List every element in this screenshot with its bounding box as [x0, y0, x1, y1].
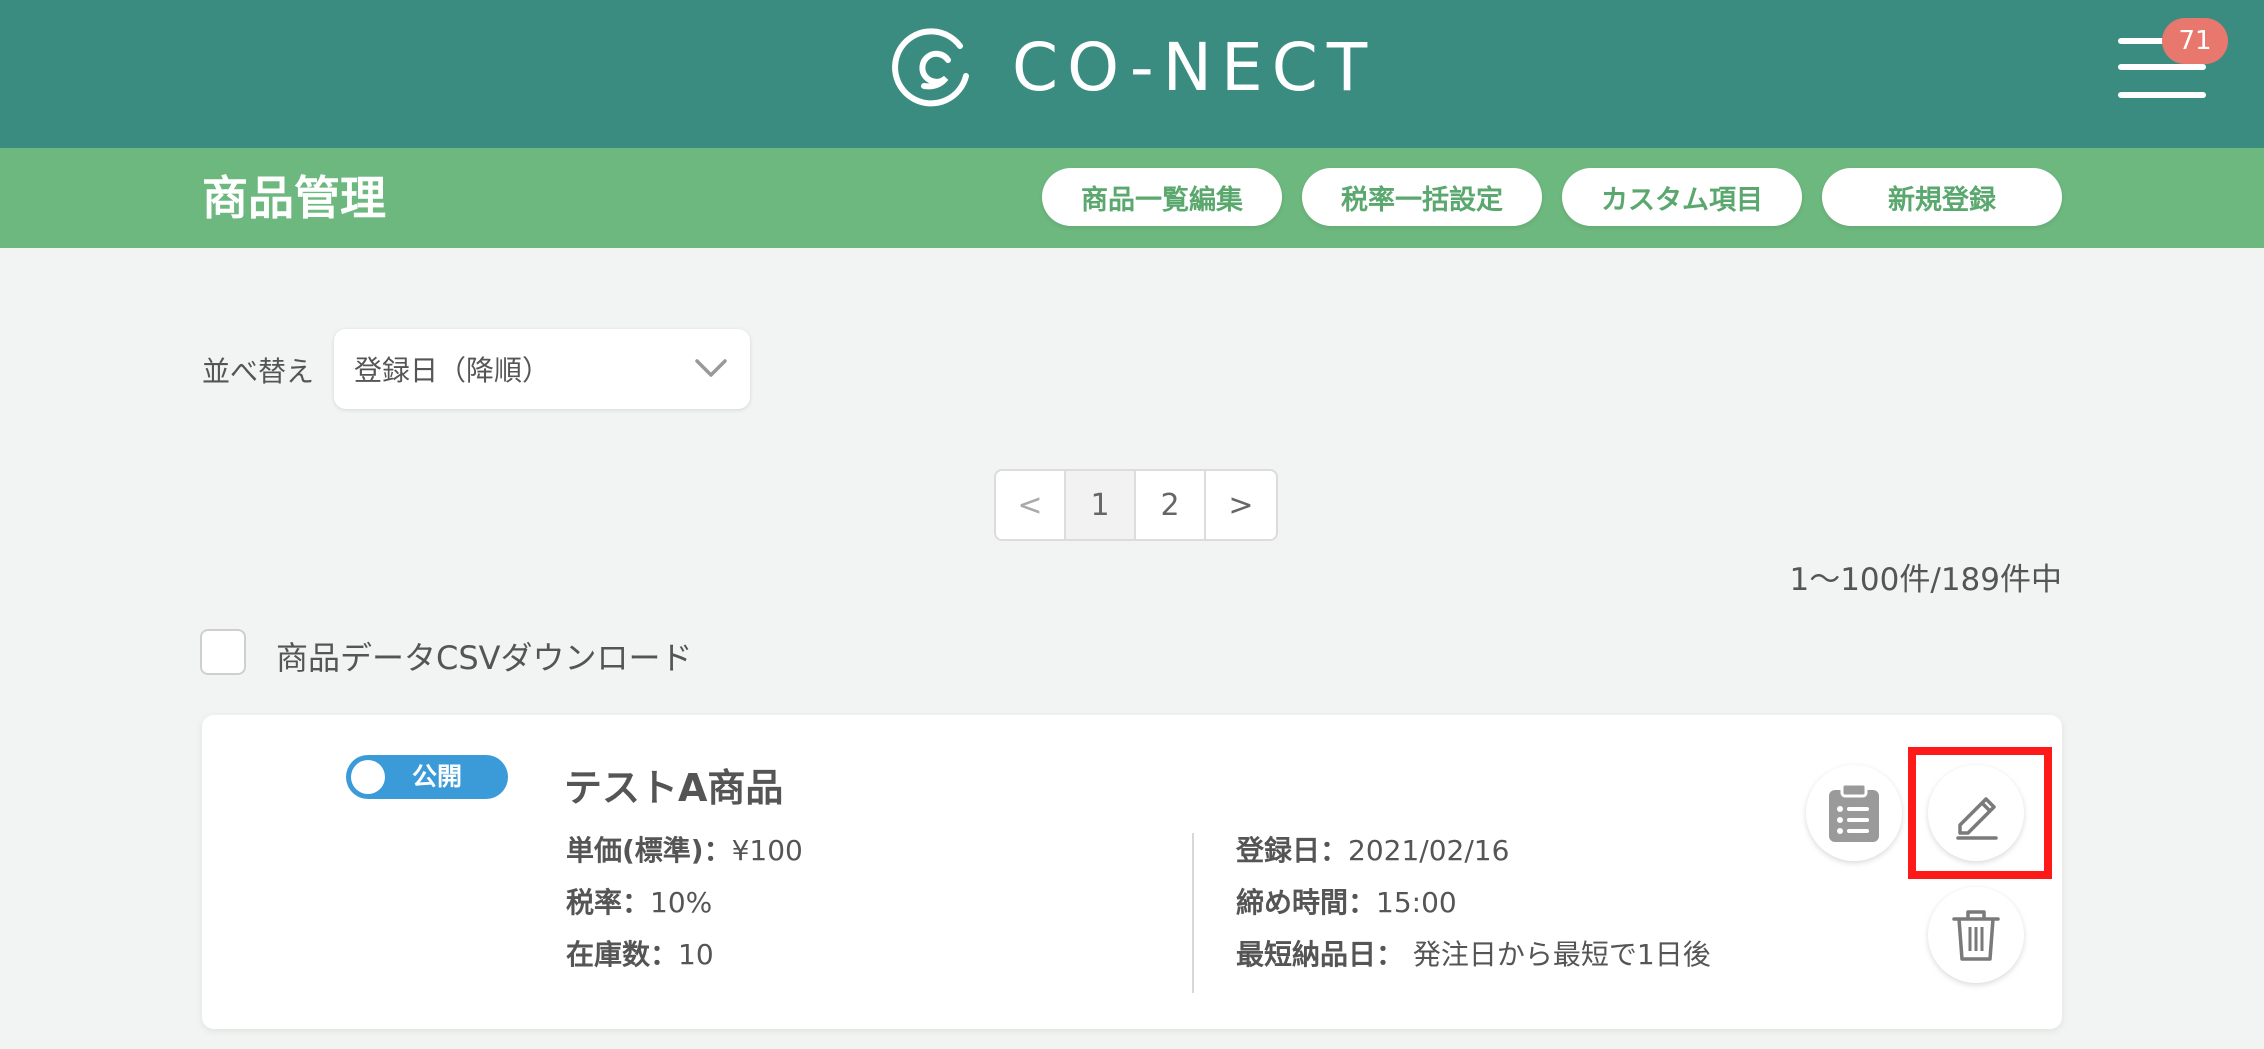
pagination-page-2[interactable]: 2	[1136, 471, 1206, 539]
result-count: 1〜100件/189件中	[1789, 562, 2062, 598]
product-name[interactable]: テストA商品	[564, 757, 783, 812]
top-header: CO-NECT 71	[0, 0, 2264, 148]
sort-select[interactable]: 登録日（降順）	[334, 329, 750, 409]
clipboard-icon	[1829, 782, 1879, 842]
sub-header: 商品管理 商品一覧編集 税率一括設定 カスタム項目 新規登録	[0, 148, 2264, 248]
brand-logo[interactable]: CO-NECT	[890, 24, 1376, 110]
toggle-knob	[351, 760, 385, 794]
pagination-prev[interactable]: <	[996, 471, 1066, 539]
registered-date-value: 2021/02/16	[1348, 834, 1510, 867]
page-title: 商品管理	[202, 171, 386, 225]
tax-rate-row: 税率：10%	[566, 883, 712, 923]
notification-badge[interactable]: 71	[2162, 18, 2228, 64]
price-label: 単価(標準)：	[566, 834, 732, 867]
stock-label: 在庫数：	[566, 938, 679, 971]
delete-button[interactable]	[1928, 887, 2024, 983]
stock-value: 10	[678, 938, 714, 971]
earliest-delivery-row: 最短納品日： 発注日から最短で1日後	[1236, 935, 1711, 975]
tax-rate-label: 税率：	[566, 886, 651, 919]
price-row: 単価(標準)：¥100	[566, 831, 803, 871]
sort-selected-value: 登録日（降順）	[354, 354, 551, 387]
price-value: ¥100	[731, 834, 803, 867]
bulk-edit-button[interactable]: 商品一覧編集	[1042, 168, 1282, 226]
pagination-page-1[interactable]: 1	[1066, 471, 1136, 539]
clipboard-button[interactable]	[1806, 765, 1902, 861]
earliest-delivery-value: 発注日から最短で1日後	[1404, 938, 1711, 971]
stock-row: 在庫数：10	[566, 935, 714, 975]
tax-rate-value: 10%	[650, 886, 713, 919]
brand-name: CO-NECT	[1012, 28, 1377, 106]
edit-highlight-box	[1908, 747, 2052, 879]
chevron-down-icon	[695, 359, 727, 377]
registered-date-row: 登録日：2021/02/16	[1236, 831, 1509, 871]
cutoff-time-label: 締め時間：	[1236, 886, 1377, 919]
logo-icon	[892, 28, 969, 107]
publish-status-label: 公開	[412, 762, 463, 791]
custom-fields-button[interactable]: カスタム項目	[1562, 168, 1802, 226]
registered-date-label: 登録日：	[1236, 834, 1349, 867]
tax-rate-bulk-button[interactable]: 税率一括設定	[1302, 168, 1542, 226]
cutoff-time-row: 締め時間：15:00	[1236, 883, 1457, 923]
cutoff-time-value: 15:00	[1376, 886, 1457, 919]
product-card: 公開 テストA商品 単価(標準)：¥100 税率：10% 在庫数：10 登録日：…	[202, 715, 2062, 1029]
pagination: < 1 2 >	[994, 469, 1278, 541]
sort-label: 並べ替え	[202, 355, 315, 388]
card-divider	[1192, 833, 1194, 993]
trash-icon	[1952, 910, 2000, 961]
pagination-next[interactable]: >	[1206, 471, 1276, 539]
csv-download-label[interactable]: 商品データCSVダウンロード	[276, 633, 693, 679]
publish-toggle[interactable]: 公開	[346, 755, 508, 799]
earliest-delivery-label: 最短納品日：	[1236, 938, 1405, 971]
csv-download-checkbox[interactable]	[200, 629, 246, 675]
new-register-button[interactable]: 新規登録	[1822, 168, 2062, 226]
